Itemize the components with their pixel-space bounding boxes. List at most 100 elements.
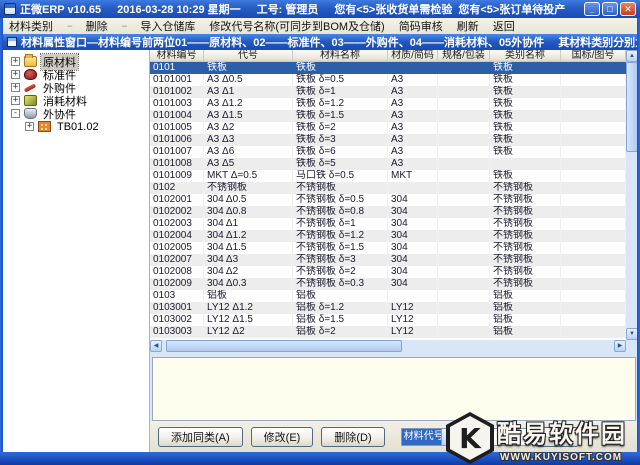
table-cell: 不锈钢板 [490,278,561,290]
table-row[interactable]: 0102 不锈钢板 不锈钢板 不锈钢板 [150,182,626,194]
expand-icon[interactable]: + [11,70,20,79]
toolbar-item-shortcode-audit[interactable]: 简码审核 [399,18,443,34]
col-header-material-shortcode[interactable]: 材质/简码 [388,50,438,62]
purchased-part-icon [24,82,37,93]
delete-button[interactable]: 删除(D) [321,426,385,447]
col-header-standard-drawing[interactable]: 国标/图号 [561,50,626,62]
table-row[interactable]: 0103001 LY12 Δ1.2 铝板 δ=1.2 LY12 铝板 [150,302,626,314]
table-cell: 0102007 [150,254,204,266]
horizontal-scrollbar[interactable]: ◀ ▶ [150,340,626,352]
table-cell [561,206,626,218]
table-row[interactable]: 0101009 MKT Δ=0.5 马口铁 δ=0.5 MKT 铁板 [150,170,626,182]
table-cell: 不锈钢板 [490,254,561,266]
table-cell: 304 Δ0.5 [204,194,293,206]
table-cell: 不锈钢板 δ=2 [293,266,388,278]
table-cell: 304 Δ1.5 [204,242,293,254]
table-cell: LY12 [388,302,438,314]
toolbar-item-modify-code-name[interactable]: 修改代号名称(可同步到BOM及仓储) [209,18,384,34]
toolbar-item-delete[interactable]: 删除 [86,18,108,34]
table-cell: A3 Δ1.2 [204,98,293,110]
toolbar-item-material-category[interactable]: 材料类别 [9,18,53,34]
table-cell: 不锈钢板 δ=0.8 [293,206,388,218]
col-header-material-no[interactable]: 材料编号 [150,50,204,62]
table-row[interactable]: 0101002 A3 Δ1 铁板 δ=1 A3 铁板 [150,86,626,98]
collapse-icon[interactable]: - [11,109,20,118]
table-cell: A3 Δ6 [204,146,293,158]
table-cell: 304 [388,194,438,206]
toolbar-item-import-warehouse[interactable]: 导入仓储库 [140,18,195,34]
grid-icon [38,121,51,132]
col-header-spec-packing[interactable]: 规格/包装 [438,50,490,62]
table-cell [438,158,490,170]
table-cell: A3 [388,74,438,86]
table-body: 0101 铁板 铁板 铁板 0101001 A3 Δ0.5 铁板 δ=0.5 A3 铁板 0101… [150,62,626,338]
scroll-right-icon[interactable]: ▶ [614,340,626,352]
table-cell [438,146,490,158]
table-row[interactable]: 0103002 LY12 Δ1.5 铝板 δ=1.5 LY12 铝板 [150,314,626,326]
table-row[interactable]: 0101003 A3 Δ1.2 铁板 δ=1.2 A3 铁板 [150,98,626,110]
table-row[interactable]: 0101 铁板 铁板 铁板 [150,62,626,74]
table-row[interactable]: 0101005 A3 Δ2 铁板 δ=2 A3 铁板 [150,122,626,134]
table-cell [561,62,626,74]
table-cell: 304 Δ1 [204,218,293,230]
table-cell [438,302,490,314]
table-cell: 铁板 [493,62,513,73]
table-row[interactable]: 0101001 A3 Δ0.5 铁板 δ=0.5 A3 铁板 [150,74,626,86]
col-header-code[interactable]: 代号 [204,50,293,62]
notice-orders: 您有<5>张订单待投产 [458,4,566,16]
table-cell [561,122,626,134]
table-cell: 铁板 [490,86,561,98]
table-row[interactable]: 0101006 A3 Δ3 铁板 δ=3 A3 铁板 [150,134,626,146]
table-cell [561,254,626,266]
table-cell [561,314,626,326]
table-row[interactable]: 0102009 304 Δ0.3 不锈钢板 δ=0.3 304 不锈钢板 [150,278,626,290]
scroll-left-icon[interactable]: ◀ [150,340,162,352]
table-row[interactable]: 0101004 A3 Δ1.5 铁板 δ=1.5 A3 铁板 [150,110,626,122]
table-row[interactable]: 0102007 304 Δ3 不锈钢板 δ=3 304 不锈钢板 [150,254,626,266]
expand-icon[interactable]: + [11,57,20,66]
table-cell: 不锈钢板 [490,230,561,242]
tree-item-tb01-02[interactable]: + TB01.02 [3,120,149,133]
table-cell [561,110,626,122]
close-button[interactable]: ✕ [620,2,636,16]
add-same-category-button[interactable]: 添加同类(A) [158,426,243,447]
expand-icon[interactable]: + [25,122,34,131]
table-row[interactable]: 0102004 304 Δ1.2 不锈钢板 δ=1.2 304 不锈钢板 [150,230,626,242]
table-cell: LY12 Δ2 [204,326,293,338]
table-row[interactable]: 0103 铝板 铝板 铝板 [150,290,626,302]
table-cell [438,218,490,230]
table-row[interactable]: 0102005 304 Δ1.5 不锈钢板 δ=1.5 304 不锈钢板 [150,242,626,254]
toolbar-item-back[interactable]: 返回 [493,18,515,34]
table-cell: 0101007 [150,146,204,158]
col-header-material-name[interactable]: 材料名称 [293,50,388,62]
tree-item-outsourced-parts[interactable]: - 外协件 [3,107,149,121]
expand-icon[interactable]: + [11,83,20,92]
table-cell: 铁板 [490,134,561,146]
modify-button[interactable]: 修改(E) [250,426,314,447]
table-cell: A3 Δ1 [204,86,293,98]
minimize-button[interactable]: _ [584,2,600,16]
table-row[interactable]: 0103003 LY12 Δ2 铝板 δ=2 LY12 铝板 [150,326,626,338]
table-cell [561,242,626,254]
table-cell: 铁板 δ=6 [293,146,388,158]
maximize-button[interactable]: □ [602,2,618,16]
table-cell: A3 [388,158,438,170]
toolbar-separator: -- [121,20,128,32]
table-cell: 0102003 [150,218,204,230]
horizontal-scroll-thumb[interactable] [166,340,402,352]
table-row[interactable]: 0102003 304 Δ1 不锈钢板 δ=1 304 不锈钢板 [150,218,626,230]
table-cell: 不锈钢板 δ=1.5 [293,242,388,254]
consumable-icon [24,95,37,106]
table-row[interactable]: 0102001 304 Δ0.5 不锈钢板 δ=0.5 304 不锈钢板 [150,194,626,206]
table-row[interactable]: 0102002 304 Δ0.8 不锈钢板 δ=0.8 304 不锈钢板 [150,206,626,218]
table-row[interactable]: 0101007 A3 Δ6 铁板 δ=6 A3 铁板 [150,146,626,158]
col-header-category-name[interactable]: 类别名称 [490,50,561,62]
table-row[interactable]: 0102008 304 Δ2 不锈钢板 δ=2 304 不锈钢板 [150,266,626,278]
table-cell: 304 [388,242,438,254]
table-cell: A3 Δ2 [204,122,293,134]
table-row[interactable]: 0101008 A3 Δ5 铁板 δ=5 A3 [150,158,626,170]
expand-icon[interactable]: + [11,96,20,105]
table-cell: 0101006 [150,134,204,146]
toolbar-item-refresh[interactable]: 刷新 [457,18,479,34]
table-cell: 铝板 δ=1.5 [293,314,388,326]
